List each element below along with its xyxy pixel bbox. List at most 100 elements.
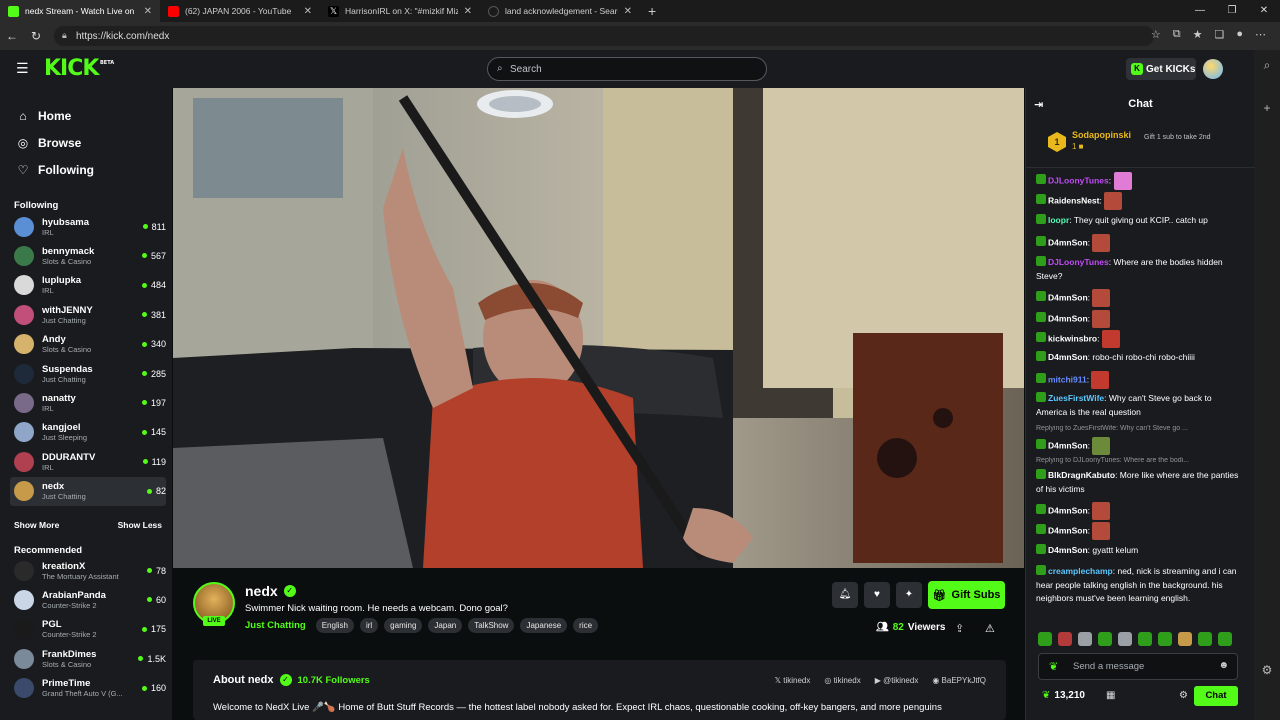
extensions-icon[interactable]: ⧉ xyxy=(1173,28,1181,41)
social-x[interactable]: 𝕏 tikinedx xyxy=(775,676,811,685)
chat-username[interactable]: D4mnSon xyxy=(1048,505,1088,515)
new-tab-icon[interactable]: + xyxy=(640,3,664,19)
kicks-balance[interactable]: ❦ 13,210 xyxy=(1042,690,1085,701)
collections-icon[interactable]: ❏ xyxy=(1214,28,1224,41)
share-icon[interactable]: ⇪ xyxy=(955,622,964,635)
sidebar-channel-kangjoel[interactable]: kangjoel Just Sleeping 145 xyxy=(10,418,166,447)
chat-username[interactable]: DJLoonyTunes xyxy=(1048,257,1109,267)
social-youtube[interactable]: ▶ @tikinedx xyxy=(875,676,919,685)
chat-username[interactable]: BlkDragnKabuto xyxy=(1048,470,1115,480)
chat-message-input[interactable]: ❦ Send a message ☻ xyxy=(1038,653,1238,680)
stream-tag[interactable]: gaming xyxy=(384,618,423,633)
sidebar-channel-luplupka[interactable]: luplupka IRL 484 xyxy=(10,271,166,300)
browser-tab[interactable]: nedx Stream - Watch Live on ✕ xyxy=(0,0,160,22)
close-tab-icon[interactable]: ✕ xyxy=(144,6,152,17)
user-avatar[interactable] xyxy=(1203,59,1223,79)
show-less-link[interactable]: Show Less xyxy=(118,520,162,530)
stream-tag[interactable]: TalkShow xyxy=(468,618,515,633)
browser-tab[interactable]: 𝕏 HarrisonIRL on X: "#mizkif Mizkif ✕ xyxy=(320,0,480,22)
chat-username[interactable]: D4mnSon xyxy=(1048,313,1088,323)
stream-tag[interactable]: Japan xyxy=(428,618,463,633)
chat-username[interactable]: D4mnSon xyxy=(1048,352,1088,362)
stream-tag[interactable]: Japanese xyxy=(520,618,568,633)
chat-send-button[interactable]: Chat xyxy=(1194,686,1238,706)
chat-username[interactable]: RaidensNest xyxy=(1048,195,1100,205)
emote-icon[interactable] xyxy=(1118,632,1132,646)
report-icon[interactable]: ⚠ xyxy=(985,622,995,635)
emote-icon[interactable] xyxy=(1218,632,1232,646)
chat-username[interactable]: D4mnSon xyxy=(1048,237,1088,247)
sidebar-channel-hyubsama[interactable]: hyubsama IRL 811 xyxy=(10,212,166,241)
social-discord[interactable]: ◉ BaEPYkJtfQ xyxy=(932,676,986,685)
follow-button[interactable]: ♥ xyxy=(864,582,890,608)
minimize-icon[interactable]: — xyxy=(1184,0,1216,22)
get-kicks-button[interactable]: K Get KICKs xyxy=(1126,58,1196,80)
top-gifter-name[interactable]: Sodapopinski xyxy=(1072,130,1131,140)
nav-home[interactable]: ⌂ Home xyxy=(16,102,94,129)
chat-username[interactable]: D4mnSon xyxy=(1048,545,1088,555)
sidebar-channel-nedx[interactable]: nedx Just Chatting 82 xyxy=(10,476,166,506)
emote-icon[interactable] xyxy=(1158,632,1172,646)
sidebar-channel-frankdimes[interactable]: FrankDimes Slots & Casino 1.5K xyxy=(10,644,166,673)
sidebar-channel-nanatty[interactable]: nanatty IRL 197 xyxy=(10,388,166,417)
emote-icon[interactable] xyxy=(1078,632,1092,646)
social-instagram[interactable]: ◎ tikinedx xyxy=(824,676,860,685)
close-tab-icon[interactable]: ✕ xyxy=(624,6,632,17)
chat-username[interactable]: D4mnSon xyxy=(1048,292,1088,302)
chat-username[interactable]: mitchi911 xyxy=(1048,374,1087,384)
emote-icon[interactable] xyxy=(1098,632,1112,646)
chat-username[interactable]: ZuesFirstWife xyxy=(1048,393,1104,403)
show-more-link[interactable]: Show More xyxy=(14,520,59,530)
chat-username[interactable]: D4mnSon xyxy=(1048,440,1088,450)
favorites-icon[interactable]: ★ xyxy=(1193,28,1203,41)
emote-icon[interactable] xyxy=(1038,632,1052,646)
clip-button[interactable]: ✦ xyxy=(896,582,922,608)
collapse-chat-icon[interactable]: ⇥ xyxy=(1034,98,1043,111)
emote-icon[interactable] xyxy=(1138,632,1152,646)
close-tab-icon[interactable]: ✕ xyxy=(304,6,312,17)
sidebar-channel-kreationx[interactable]: kreationX The Mortuary Assistant 78 xyxy=(10,556,166,585)
close-tab-icon[interactable]: ✕ xyxy=(464,6,472,17)
stream-category-link[interactable]: Just Chatting xyxy=(245,620,306,631)
star-icon[interactable]: ☆ xyxy=(1151,28,1161,41)
close-window-icon[interactable]: ✕ xyxy=(1248,0,1280,22)
browser-tab[interactable]: land acknowledgement - Search ✕ xyxy=(480,0,640,22)
sidebar-channel-ddurantv[interactable]: DDURANTV IRL 119 xyxy=(10,447,166,476)
search-input[interactable]: ⌕ Search xyxy=(487,57,767,81)
gift-subs-button[interactable]: 🎁︎ Gift Subs xyxy=(928,581,1005,609)
refresh-icon[interactable]: ↻ xyxy=(24,29,48,43)
emote-icon[interactable] xyxy=(1198,632,1212,646)
sidebar-channel-andy[interactable]: Andy Slots & Casino 340 xyxy=(10,330,166,359)
chat-settings-icon[interactable]: ⚙ xyxy=(1179,690,1188,701)
kick-logo[interactable]: KICK BETA xyxy=(44,56,114,81)
emote-icon[interactable] xyxy=(1178,632,1192,646)
settings-icon[interactable]: ⚙ xyxy=(1262,663,1273,677)
sidebar-channel-primetime[interactable]: PrimeTime Grand Theft Auto V (G... 160 xyxy=(10,674,166,703)
emoji-picker-icon[interactable]: ☻ xyxy=(1218,660,1229,671)
chat-username[interactable]: creamplechamp xyxy=(1048,566,1113,576)
chat-username[interactable]: DJLoonyTunes xyxy=(1048,175,1109,185)
browser-tab[interactable]: (62) JAPAN 2006 - YouTube ✕ xyxy=(160,0,320,22)
chat-username[interactable]: D4mnSon xyxy=(1048,525,1088,535)
add-icon[interactable]: + xyxy=(1263,101,1270,115)
sidebar-channel-suspendas[interactable]: Suspendas Just Chatting 285 xyxy=(10,359,166,388)
nav-browse[interactable]: ◎ Browse xyxy=(16,129,94,156)
sidebar-channel-bennymack[interactable]: bennymack Slots & Casino 567 xyxy=(10,241,166,270)
chat-username[interactable]: kickwinsbro xyxy=(1048,333,1097,343)
stream-tag[interactable]: irl xyxy=(359,618,379,633)
back-icon[interactable]: ← xyxy=(0,29,24,43)
store-icon[interactable]: ▦ xyxy=(1106,690,1115,701)
stream-tag[interactable]: English xyxy=(315,618,354,633)
search-icon[interactable]: ⌕ xyxy=(1264,58,1271,73)
maximize-icon[interactable]: ❐ xyxy=(1216,0,1248,22)
url-field[interactable]: 🔒︎ https://kick.com/nedx xyxy=(54,26,1154,46)
nav-following[interactable]: ♡ Following xyxy=(16,156,94,183)
sidebar-channel-arabianpanda[interactable]: ArabianPanda Counter-Strike 2 60 xyxy=(10,585,166,614)
gift-sub-prompt[interactable]: Gift 1 sub to take 2nd xyxy=(1144,134,1224,142)
menu-icon[interactable]: ☰ xyxy=(16,61,30,75)
sidebar-channel-pgl[interactable]: PGL Counter-Strike 2 175 xyxy=(10,615,166,644)
sidebar-channel-withjenny[interactable]: withJENNY Just Chatting 381 xyxy=(10,300,166,329)
video-player[interactable] xyxy=(173,88,1024,568)
profile-icon[interactable]: ● xyxy=(1236,28,1243,41)
emote-icon[interactable] xyxy=(1058,632,1072,646)
